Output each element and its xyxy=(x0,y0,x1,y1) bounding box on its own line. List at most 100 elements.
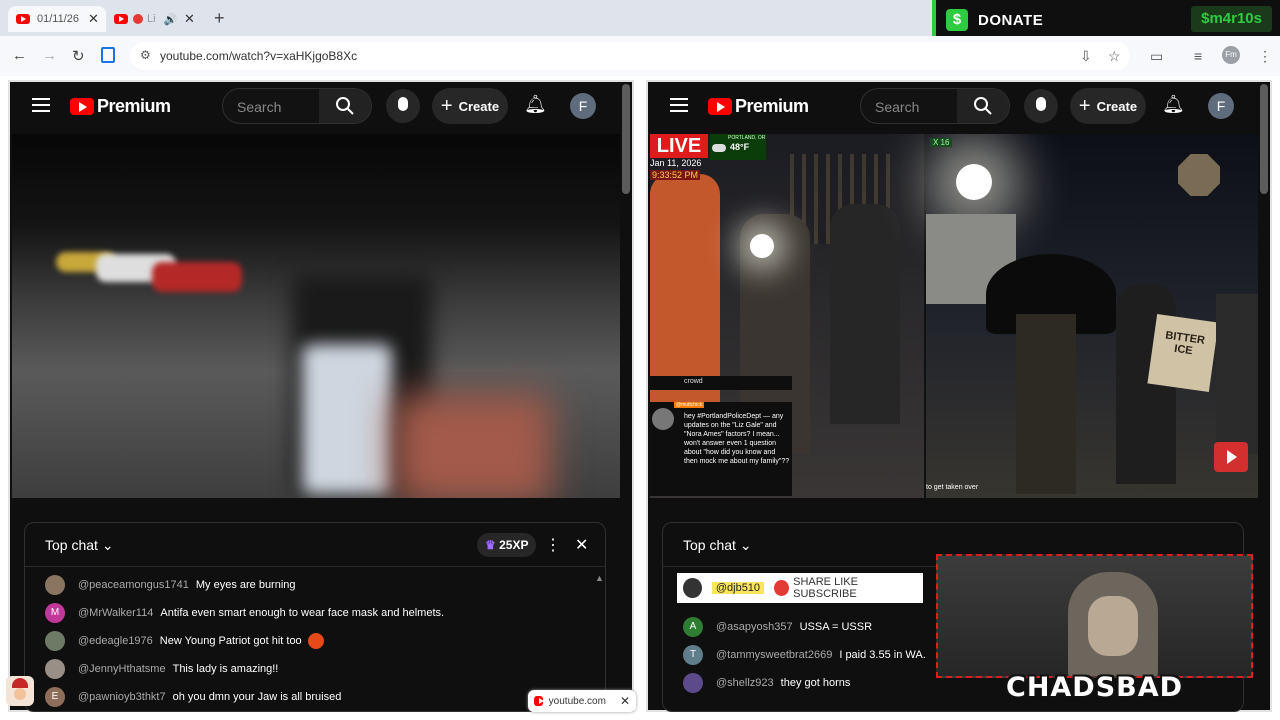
chat-mode-label: Top chat xyxy=(45,537,98,553)
recording-icon xyxy=(133,14,143,24)
video-player[interactable] xyxy=(12,134,620,498)
plus-icon: + xyxy=(1078,94,1091,117)
youtube-premium-logo[interactable]: Premium xyxy=(708,96,809,117)
overlay-comment: @muttchick hey #PortlandPoliceDept — any… xyxy=(650,402,792,496)
pinned-avatar xyxy=(683,578,702,598)
youtube-play-icon xyxy=(70,98,94,115)
menu-icon[interactable] xyxy=(670,98,688,112)
cast-icon[interactable]: ▭ xyxy=(1150,48,1163,65)
scrollbar[interactable] xyxy=(622,84,630,194)
angry-face-emoji-icon xyxy=(307,633,324,649)
url-field[interactable]: ⚙ youtube.com/watch?v=xaHKjgoB8Xc xyxy=(130,42,1130,70)
stream-date: Jan 11, 2026 xyxy=(650,158,702,168)
menu-icon[interactable] xyxy=(32,98,50,112)
address-bar-row: ← → ↻ ⚙ youtube.com/watch?v=xaHKjgoB8Xc … xyxy=(0,36,1280,76)
create-button[interactable]: + Create xyxy=(432,88,508,124)
more-options-icon[interactable]: ⋮ xyxy=(545,535,561,555)
voice-search-button[interactable] xyxy=(386,89,420,123)
stream-right-scene: BITTER ICE X 16 to get taken over xyxy=(926,134,1258,498)
chat-message: @peaceamongus1741 My eyes are burning xyxy=(45,575,296,595)
streamer-face xyxy=(1088,596,1138,656)
scrollbar[interactable] xyxy=(1260,84,1268,194)
person-dark xyxy=(830,204,900,424)
chat-author[interactable]: @tammysweetbrat2669 xyxy=(716,649,832,661)
tab-title: 01/11/26 xyxy=(37,13,80,25)
profile-avatar[interactable]: Fm xyxy=(1222,46,1240,64)
search-input[interactable]: Search xyxy=(222,88,372,124)
pinned-message[interactable]: @djb510 SHARE LIKE SUBSCRIBE xyxy=(677,573,923,603)
back-arrow-icon[interactable]: ← xyxy=(12,47,27,64)
chat-author[interactable]: @shellz923 xyxy=(716,677,774,689)
voice-search-button[interactable] xyxy=(1024,89,1058,123)
cash-app-icon: $ xyxy=(946,9,968,31)
logo-text: Premium xyxy=(97,96,171,116)
chat-avatar: T xyxy=(683,645,703,665)
chevron-down-icon: ⌄ xyxy=(739,537,752,553)
search-input[interactable]: Search xyxy=(860,88,1010,124)
browser-tab[interactable]: 01/11/26 ✕ xyxy=(8,6,106,32)
close-icon[interactable]: ✕ xyxy=(575,535,588,555)
install-app-icon[interactable]: ⇩ xyxy=(1080,48,1092,65)
chat-author[interactable]: @JennyHthatsme xyxy=(78,663,166,675)
scroll-up-icon[interactable]: ▲ xyxy=(595,573,604,583)
youtube-favicon-icon xyxy=(114,14,128,24)
tab-close-icon[interactable]: ✕ xyxy=(184,11,195,27)
stream-caption-right: to get taken over xyxy=(926,484,979,491)
chat-message: A @asapyosh357 USSA = USSR xyxy=(683,617,872,637)
create-label: Create xyxy=(458,98,500,114)
reading-list-icon[interactable]: ≡ xyxy=(1194,48,1202,64)
logo-text: Premium xyxy=(735,96,809,116)
chat-mode-dropdown[interactable]: Top chat ⌄ xyxy=(45,537,114,554)
chat-message: @shellz923 they got horns xyxy=(683,673,850,693)
pinned-author: @djb510 xyxy=(711,582,765,594)
chat-text: USSA = USSR xyxy=(799,621,873,633)
chat-author[interactable]: @asapyosh357 xyxy=(716,621,793,633)
chat-mode-dropdown[interactable]: Top chat ⌄ xyxy=(683,537,752,554)
comment-handle: @muttchick xyxy=(674,402,705,408)
stream-caption-text: crowd xyxy=(684,378,703,385)
download-popup[interactable]: youtube.com ✕ xyxy=(528,690,636,712)
forward-arrow-icon[interactable]: → xyxy=(42,47,57,64)
chat-message: E @pawnioyb3thkt7 oh you dmn your Jaw is a… xyxy=(45,687,341,707)
weather-temp: 48°F xyxy=(730,142,750,152)
xp-badge[interactable]: ♛ 25XP xyxy=(477,533,537,557)
chat-author[interactable]: @pawnioyb3thkt7 xyxy=(78,691,166,703)
xp-value: 25XP xyxy=(499,538,529,552)
search-button[interactable] xyxy=(957,89,1009,123)
subscribe-button-overlay[interactable] xyxy=(1214,442,1248,472)
blurred-car xyxy=(152,262,242,292)
chat-author[interactable]: @peaceamongus1741 xyxy=(78,579,189,591)
search-icon xyxy=(974,97,992,115)
account-avatar[interactable]: F xyxy=(1208,93,1234,119)
side-panel-icon[interactable] xyxy=(101,47,115,63)
account-avatar[interactable]: F xyxy=(570,93,596,119)
protest-sign-text: BITTER ICE xyxy=(1164,329,1206,358)
chat-mode-label: Top chat xyxy=(683,537,736,553)
chat-text: My eyes are burning xyxy=(195,579,296,591)
search-button[interactable] xyxy=(319,89,371,123)
youtube-premium-logo[interactable]: Premium xyxy=(70,96,171,117)
browser-menu-icon[interactable]: ⋮ xyxy=(1258,48,1272,65)
comment-text: hey #PortlandPoliceDept — any updates on… xyxy=(684,413,790,465)
create-button[interactable]: + Create xyxy=(1070,88,1146,124)
bookmark-star-icon[interactable]: ☆ xyxy=(1108,48,1121,65)
chat-avatar: A xyxy=(683,617,703,637)
chat-header: Top chat ⌄ ♛ 25XP ⋮ ✕ xyxy=(25,523,605,567)
site-info-icon[interactable]: ⚙ xyxy=(140,48,151,62)
tab-close-icon[interactable]: ✕ xyxy=(88,11,99,27)
video-player[interactable]: LIVE Jan 11, 2026 9:33:52 PM PORTLAND, O… xyxy=(650,134,1258,498)
browser-tab[interactable]: Li 🔊 ✕ xyxy=(108,6,200,32)
pinned-text: SHARE LIKE SUBSCRIBE xyxy=(793,576,858,600)
notifications-bell-icon[interactable]: 🔔︎ xyxy=(1162,94,1185,115)
mascot-icon xyxy=(6,676,34,706)
reload-icon[interactable]: ↻ xyxy=(72,47,85,65)
person-orange-hat xyxy=(1216,294,1258,454)
chat-text: This lady is amazing!! xyxy=(172,663,279,675)
speaker-icon[interactable]: 🔊 xyxy=(164,13,178,26)
notifications-bell-icon[interactable]: 🔔︎ xyxy=(524,94,547,115)
search-placeholder: Search xyxy=(237,99,282,115)
close-icon[interactable]: ✕ xyxy=(620,694,630,708)
chat-author[interactable]: @edeagle1976 xyxy=(78,635,153,647)
chat-author[interactable]: @MrWalker114 xyxy=(78,607,153,619)
new-tab-button[interactable]: + xyxy=(214,8,225,29)
